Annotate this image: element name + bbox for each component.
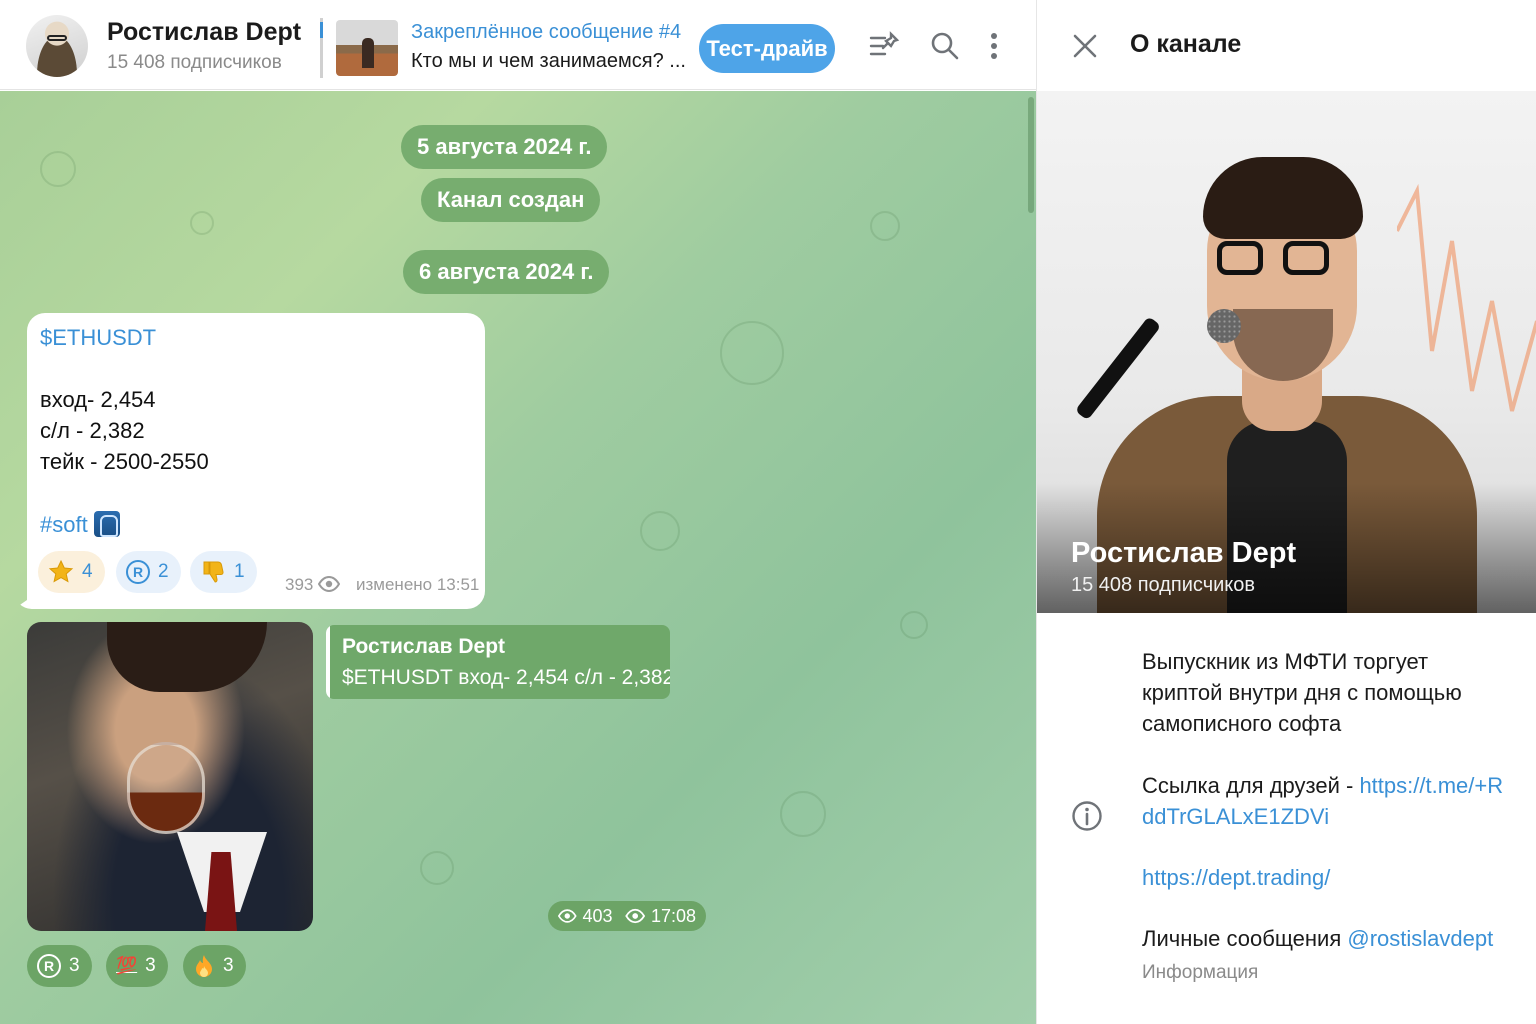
test-drive-button[interactable]: Тест-драйв [699, 24, 835, 73]
cover-subscribers: 15 408 подписчиков [1071, 574, 1256, 596]
close-icon[interactable] [1071, 32, 1099, 60]
chat-area: 5 августа 2024 г. Канал создан 6 августа… [0, 91, 1036, 1024]
photo-views: 403 [582, 905, 613, 926]
photo-meta: 403 17:08 [548, 901, 706, 931]
site-link-line: https://dept.trading/ [1142, 862, 1330, 893]
fire-icon [196, 955, 212, 977]
info-icon [1072, 801, 1102, 831]
channel-name[interactable]: Ростислав Dept [107, 18, 301, 47]
cover-channel-name: Ростислав Dept [1071, 537, 1297, 569]
chat-column: Ростислав Dept 15 408 подписчиков Закреп… [0, 0, 1036, 1024]
ticker-link[interactable]: $ETHUSDT [40, 325, 156, 351]
registered-icon: R [37, 954, 61, 978]
message-bubble[interactable]: $ETHUSDT вход- 2,454 с/л - 2,382 тейк - … [27, 313, 485, 609]
reaction-count: 2 [158, 561, 169, 582]
reaction-registered[interactable]: R 3 [27, 945, 92, 987]
friends-invite-link[interactable]: https://t.me/+R [1359, 773, 1503, 798]
bg-pattern [900, 611, 928, 639]
chat-scrollbar[interactable] [1028, 97, 1034, 213]
thumbs-down-icon [203, 561, 224, 583]
date-separator: 6 августа 2024 г. [403, 250, 610, 294]
message-entry: вход- 2,454 [40, 387, 156, 412]
date-separator: 5 августа 2024 г. [401, 125, 608, 169]
hashtag-link[interactable]: #soft [40, 512, 88, 537]
friends-link-line: ddTrGLALxE1ZDVi [1142, 801, 1329, 832]
reaction-hundred[interactable]: 💯 3 [106, 945, 168, 987]
description-line: самописного софта [1142, 711, 1342, 736]
bg-pattern [780, 791, 826, 837]
message-stop: с/л - 2,382 [40, 418, 145, 443]
website-link[interactable]: https://dept.trading/ [1142, 865, 1330, 890]
chat-header: Ростислав Dept 15 408 подписчиков Закреп… [0, 0, 1036, 90]
hashtag-line: #soft [40, 511, 120, 538]
channel-info-panel: О канале Ростислав Dept 15 408 подписчик… [1036, 0, 1536, 1024]
edited-label: изменено 13:51 [356, 575, 480, 594]
reaction-count: 3 [69, 955, 80, 976]
channel-subscribers: 15 408 подписчиков [107, 52, 282, 73]
pinned-list-icon[interactable] [869, 30, 901, 62]
pinned-text[interactable]: Кто мы и чем занимаемся? ... [411, 50, 686, 73]
search-icon[interactable] [929, 30, 961, 62]
bg-pattern [420, 851, 454, 885]
description-line: Выпускник из МФТИ торгует [1142, 649, 1429, 674]
reply-author: Ростислав Dept [342, 635, 506, 658]
reply-text: $ETHUSDT вход- 2,454 с/л - 2,382... [342, 666, 670, 689]
pinned-thumbnail[interactable] [336, 20, 398, 76]
bg-pattern [640, 511, 680, 551]
photo-time: 17:08 [650, 905, 696, 926]
friends-link-line: Ссылка для друзей - https://t.me/+R [1142, 770, 1503, 801]
pm-label: Личные сообщения [1142, 926, 1348, 951]
info-caption: Информация [1142, 962, 1259, 983]
reaction-count: 4 [82, 561, 93, 582]
friends-invite-link-cont[interactable]: ddTrGLALxE1ZDVi [1142, 804, 1329, 829]
photo-message-image[interactable] [27, 622, 313, 931]
pm-handle-link[interactable]: @rostislavdept [1347, 926, 1493, 951]
bg-pattern [720, 321, 784, 385]
reaction-count: 1 [234, 561, 245, 582]
reaction-count: 3 [145, 955, 156, 976]
bg-pattern [40, 151, 76, 187]
eye-icon [558, 909, 577, 923]
registered-icon: R [126, 560, 150, 584]
hundred-icon: 💯 [116, 956, 138, 975]
channel-cover-photo[interactable]: Ростислав Dept 15 408 подписчиков [1037, 91, 1536, 613]
reaction-registered[interactable]: R 2 [116, 551, 181, 593]
eye-icon [318, 575, 340, 593]
info-header: О канале [1037, 0, 1536, 90]
bg-pattern [190, 211, 214, 235]
channel-avatar[interactable] [26, 15, 88, 77]
service-message: Канал создан [421, 178, 601, 222]
pm-line: Личные сообщения @rostislavdept [1142, 923, 1493, 954]
bg-pattern [870, 211, 900, 241]
views-count: 393 [285, 575, 314, 594]
reply-preview[interactable]: Ростислав Dept $ETHUSDT вход- 2,454 с/л … [326, 625, 670, 699]
message-take: тейк - 2500-2550 [40, 449, 209, 474]
info-title: О канале [1130, 30, 1242, 58]
description-line: криптой внутри дня с помощью [1142, 680, 1462, 705]
reaction-fire[interactable]: 3 [183, 945, 246, 987]
eye-icon [624, 908, 645, 924]
background-chart-graphic [1397, 183, 1536, 412]
reaction-thumbs-down[interactable]: 1 [190, 551, 257, 593]
pinned-indicator [320, 18, 323, 78]
more-vertical-icon[interactable] [978, 30, 1010, 62]
friends-label: Ссылка для друзей - [1142, 773, 1360, 798]
reaction-star[interactable]: 4 [38, 551, 105, 593]
star-icon [48, 559, 74, 583]
reaction-count: 3 [223, 955, 234, 976]
pinned-title[interactable]: Закреплённое сообщение #4 [411, 21, 681, 44]
xray-emoji-icon [93, 511, 120, 537]
